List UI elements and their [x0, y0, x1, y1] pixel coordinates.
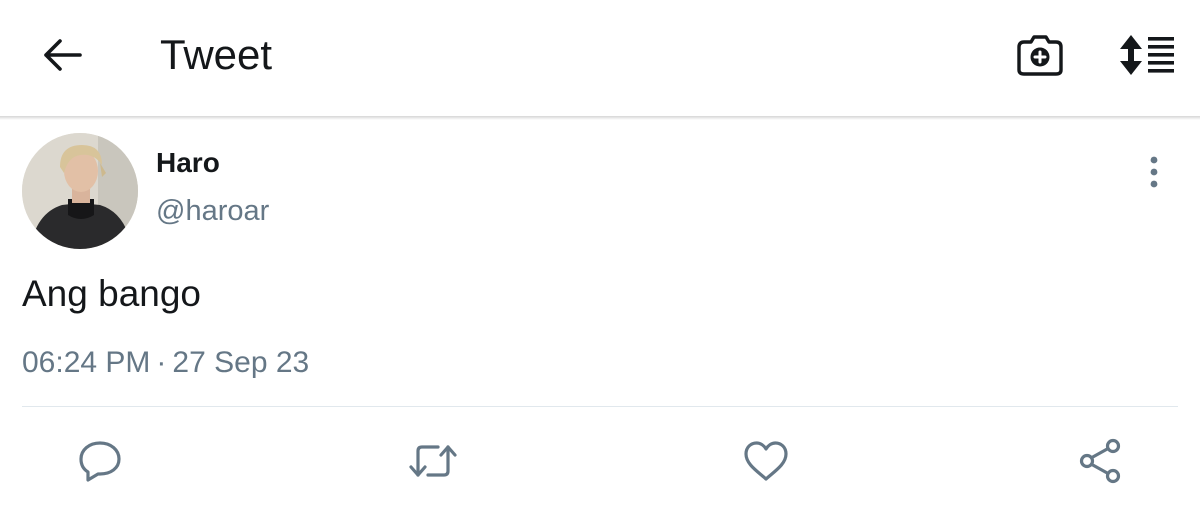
reply-icon: [79, 441, 121, 482]
tweet-date: 27 Sep 23: [172, 346, 310, 379]
sort-lines-icon: [1120, 35, 1174, 75]
more-options-button[interactable]: [1134, 152, 1174, 192]
author-display-name[interactable]: Haro: [156, 146, 220, 180]
share-button[interactable]: [1075, 436, 1125, 486]
back-button[interactable]: [34, 30, 90, 80]
more-vertical-icon: [1150, 156, 1158, 188]
avatar[interactable]: [22, 133, 138, 249]
retweet-icon: [409, 445, 457, 477]
tweet-time: 06:24 PM: [22, 346, 151, 379]
tweet-timestamp: 06:24 PM · 27 Sep 23: [22, 345, 309, 381]
reply-button[interactable]: [75, 436, 125, 486]
page-title: Tweet: [160, 31, 273, 78]
arrow-left-icon: [44, 39, 82, 71]
author-handle[interactable]: @haroar: [156, 194, 269, 228]
meta-separator: ·: [156, 346, 167, 379]
avatar-photo: [22, 133, 138, 249]
retweet-button[interactable]: [408, 436, 458, 486]
top-app-bar: Tweet: [0, 0, 1200, 116]
tweet-text: Ang bango: [22, 273, 202, 314]
top-bar-shadow: [0, 116, 1200, 120]
camera-plus-icon: [1017, 35, 1063, 76]
like-button[interactable]: [741, 436, 791, 486]
camera-button[interactable]: [1010, 28, 1070, 82]
share-icon: [1079, 438, 1121, 484]
like-icon: [744, 441, 788, 481]
sort-button[interactable]: [1114, 28, 1180, 82]
divider: [22, 406, 1178, 407]
